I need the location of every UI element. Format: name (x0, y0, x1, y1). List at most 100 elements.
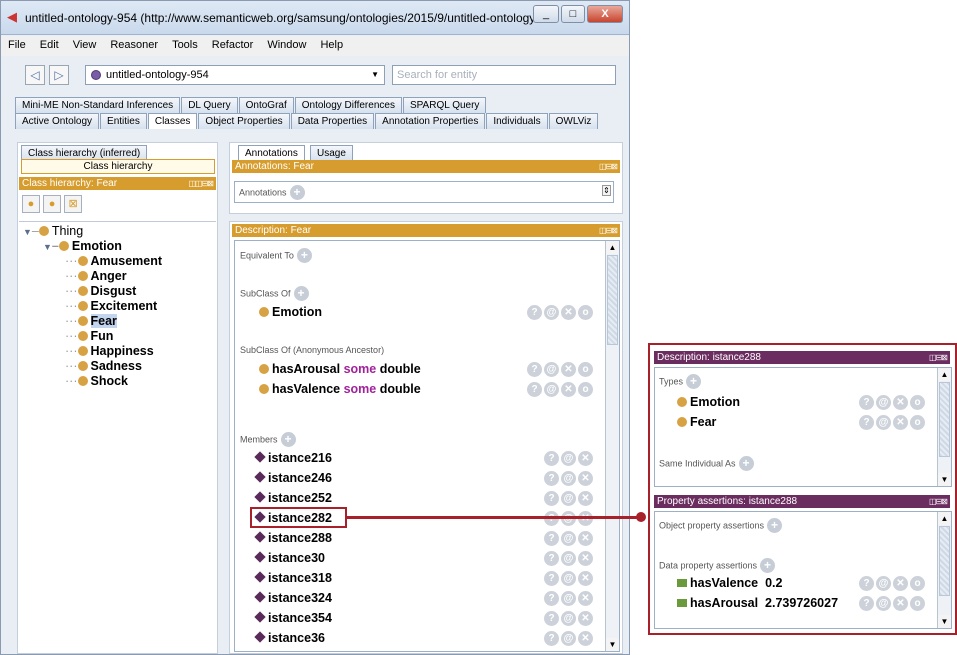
delete-icon[interactable]: ✕ (578, 631, 593, 646)
add-superclass-icon[interactable]: + (293, 286, 309, 301)
expand-icon[interactable]: ▼ (23, 227, 32, 237)
info-icon[interactable]: ? (544, 531, 559, 546)
close-button[interactable]: X (587, 5, 623, 23)
annotate-icon[interactable]: @ (561, 471, 576, 486)
spinner-icon[interactable]: ⇕ (602, 185, 611, 196)
scroll-thumb[interactable] (607, 255, 618, 345)
tab-sparql-query[interactable]: SPARQL Query (402, 97, 487, 113)
tab-entities[interactable]: Entities (100, 113, 147, 129)
tree-item[interactable]: ··· Anger (65, 269, 127, 283)
annotate-icon[interactable]: @ (876, 415, 891, 430)
info-icon[interactable]: ? (544, 631, 559, 646)
anon-ancestor-item[interactable]: hasValence some double (259, 382, 421, 396)
delete-icon[interactable]: ✕ (578, 591, 593, 606)
assertions-scrollbar[interactable]: ▲ ▼ (937, 512, 951, 628)
delete-icon[interactable]: ✕ (578, 451, 593, 466)
delete-icon[interactable]: ✕ (578, 551, 593, 566)
tab-ontology-differences[interactable]: Ontology Differences (294, 97, 402, 113)
delete-icon[interactable]: ✕ (561, 382, 576, 397)
maximize-button[interactable]: □ (561, 5, 585, 23)
tree-item-emotion[interactable]: ▼– Emotion (43, 239, 122, 253)
annotate-icon[interactable]: @ (544, 362, 559, 377)
view-controls-icon[interactable]: ◫⊟⊠ (929, 351, 948, 364)
add-data-prop-icon[interactable]: + (760, 558, 776, 573)
data-assertion-item[interactable]: hasArousal 2.739726027 (677, 596, 838, 610)
scroll-down-icon[interactable]: ▼ (606, 638, 619, 651)
tab-annotation-properties[interactable]: Annotation Properties (375, 113, 486, 129)
annotate-icon[interactable]: @ (561, 631, 576, 646)
menu-reasoner[interactable]: Reasoner (103, 36, 165, 51)
tree-item[interactable]: ··· Shock (65, 374, 128, 388)
member-item[interactable]: istance246 (254, 471, 332, 485)
tab-object-properties[interactable]: Object Properties (198, 113, 290, 129)
superclass-item-emotion[interactable]: Emotion (259, 305, 322, 319)
scroll-up-icon[interactable]: ▲ (938, 512, 951, 525)
delete-icon[interactable]: ✕ (578, 571, 593, 586)
menu-view[interactable]: View (66, 36, 104, 51)
annotate-icon[interactable]: @ (876, 576, 891, 591)
annotate-icon[interactable]: @ (561, 571, 576, 586)
annotate-icon[interactable]: @ (561, 491, 576, 506)
add-equivalent-icon[interactable]: + (296, 248, 312, 263)
back-button[interactable]: ◁ (25, 65, 45, 85)
edit-icon[interactable]: o (910, 576, 925, 591)
scroll-thumb[interactable] (939, 382, 950, 457)
expand-icon[interactable]: ▼ (43, 242, 52, 252)
info-icon[interactable]: ? (859, 576, 874, 591)
edit-icon[interactable]: o (578, 305, 593, 320)
menu-tools[interactable]: Tools (165, 36, 205, 51)
tree-item[interactable]: ··· Fun (65, 329, 113, 343)
annotate-icon[interactable]: @ (561, 531, 576, 546)
info-icon[interactable]: ? (544, 451, 559, 466)
info-icon[interactable]: ? (544, 611, 559, 626)
forward-button[interactable]: ▷ (49, 65, 69, 85)
tab-active-ontology[interactable]: Active Ontology (15, 113, 100, 129)
tab-class-hierarchy[interactable]: Class hierarchy (21, 159, 215, 174)
tab-data-properties[interactable]: Data Properties (290, 113, 375, 129)
info-icon[interactable]: ? (544, 551, 559, 566)
view-controls-icon[interactable]: ◫⊟⊠ (599, 160, 618, 173)
edit-icon[interactable]: o (578, 362, 593, 377)
member-item[interactable]: istance324 (254, 591, 332, 605)
scroll-down-icon[interactable]: ▼ (938, 615, 951, 628)
annotate-icon[interactable]: @ (561, 651, 576, 652)
edit-icon[interactable]: o (910, 415, 925, 430)
delete-icon[interactable]: ✕ (893, 415, 908, 430)
view-controls-icon[interactable]: ◫◫⊟⊠ (188, 177, 214, 190)
menu-edit[interactable]: Edit (33, 36, 66, 51)
add-sibling-icon[interactable]: ● (43, 195, 62, 213)
info-icon[interactable]: ? (527, 382, 542, 397)
add-annotation-icon[interactable]: + (289, 185, 305, 200)
tree-item[interactable]: ··· Disgust (65, 284, 136, 298)
member-item[interactable]: istance36 (254, 631, 325, 645)
add-subclass-icon[interactable]: ● (22, 195, 40, 213)
tree-item-thing[interactable]: ▼– Thing (23, 224, 83, 238)
search-input[interactable]: Search for entity (392, 65, 616, 85)
anon-ancestor-item[interactable]: hasArousal some double (259, 362, 421, 376)
tree-item[interactable]: ··· Amusement (65, 254, 162, 268)
description-scrollbar[interactable]: ▲ ▼ (605, 241, 619, 651)
tab-ontograf[interactable]: OntoGraf (238, 97, 294, 113)
scroll-thumb[interactable] (939, 526, 950, 596)
member-item[interactable]: istance288 (254, 531, 332, 545)
tree-item[interactable]: ··· Happiness (65, 344, 154, 358)
delete-icon[interactable]: ✕ (578, 651, 593, 652)
delete-class-icon[interactable]: ⊠ (64, 195, 83, 213)
info-icon[interactable]: ? (859, 596, 874, 611)
tab-annotations[interactable]: Annotations (238, 145, 305, 161)
annotate-icon[interactable]: @ (561, 591, 576, 606)
tab-dl-query[interactable]: DL Query (181, 97, 238, 113)
info-icon[interactable]: ? (527, 362, 542, 377)
delete-icon[interactable]: ✕ (893, 395, 908, 410)
member-item[interactable]: istance360 (255, 651, 332, 652)
type-item-fear[interactable]: Fear (677, 415, 716, 429)
info-icon[interactable]: ? (859, 395, 874, 410)
menu-refactor[interactable]: Refactor (205, 36, 261, 51)
info-icon[interactable]: ? (544, 491, 559, 506)
delete-icon[interactable]: ✕ (561, 362, 576, 377)
member-item[interactable]: istance354 (254, 611, 332, 625)
delete-icon[interactable]: ✕ (578, 531, 593, 546)
menu-file[interactable]: File (1, 36, 33, 51)
scroll-up-icon[interactable]: ▲ (938, 368, 951, 381)
member-item[interactable]: istance216 (254, 451, 332, 465)
